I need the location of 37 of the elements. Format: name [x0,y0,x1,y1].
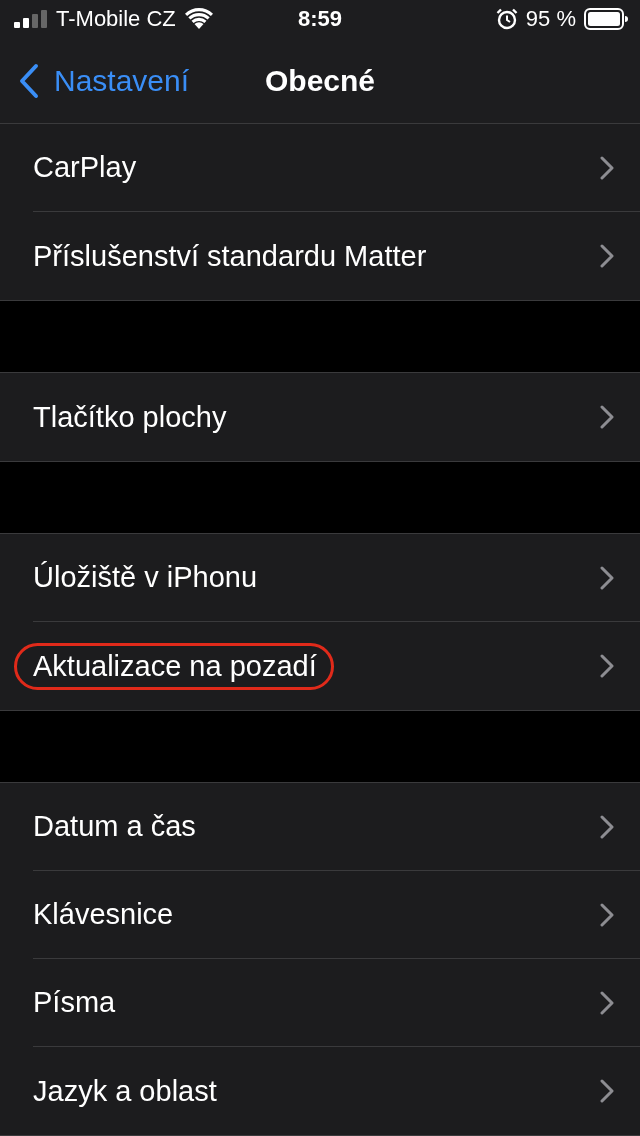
chevron-icon [600,902,614,927]
settings-row[interactable]: Písma [0,959,640,1047]
settings-row[interactable]: Jazyk a oblast [0,1047,640,1135]
settings-row[interactable]: Aktualizace na pozadí [0,622,640,710]
settings-row[interactable]: Datum a čas [0,783,640,871]
wifi-icon [183,8,214,31]
row-label: Datum a čas [33,809,196,844]
battery-icon [584,8,628,31]
chevron-icon [600,565,614,590]
row-label: CarPlay [33,150,137,185]
battery-percentage: 95 % [525,6,576,33]
row-label: Klávesnice [33,897,174,932]
row-label: Aktualizace na pozadí [33,648,317,684]
row-label: Písma [33,985,116,1020]
chevron-icon [600,814,614,839]
chevron-icon [600,654,614,678]
back-button[interactable]: Nastavení [0,62,190,99]
chevron-icon [600,1079,614,1103]
alarm-icon [495,8,518,31]
settings-row[interactable]: Úložiště v iPhonu [0,534,640,622]
row-label: Jazyk a oblast [33,1073,217,1109]
chevron-icon [600,405,614,429]
page-title: Obecné [265,63,375,98]
clock-time: 8:59 [298,6,342,33]
settings-row[interactable]: Příslušenství standardu Matter [0,212,640,300]
signal-icon [14,10,48,29]
settings-row[interactable]: CarPlay [0,124,640,212]
chevron-icon [600,155,614,180]
settings-row[interactable]: Tlačítko plochy [0,373,640,461]
row-label: Úložiště v iPhonu [33,560,258,595]
chevron-icon [600,990,614,1015]
row-label: Příslušenství standardu Matter [33,238,427,274]
carrier-name: T-Mobile CZ [56,6,176,33]
chevron-icon [600,244,614,268]
row-label: Tlačítko plochy [33,399,227,435]
settings-row[interactable]: Klávesnice [0,871,640,959]
back-chevron-icon [18,62,40,99]
